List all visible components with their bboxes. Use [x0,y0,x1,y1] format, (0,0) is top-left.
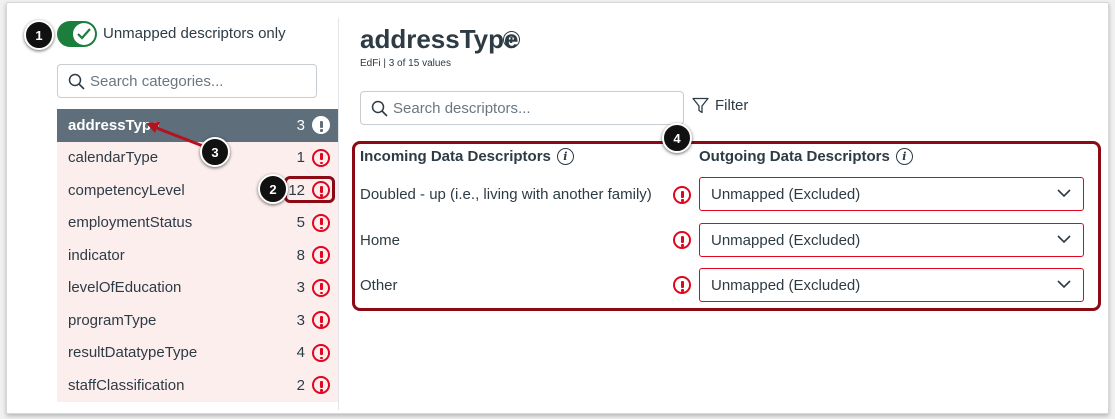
category-count: 3 [296,279,305,297]
page-subtitle: EdFi | 3 of 15 values [360,58,451,69]
warning-icon [312,116,330,134]
category-item[interactable]: resultDatatypeType 4 [57,336,338,369]
warning-icon [312,148,330,167]
filter-icon [692,97,709,114]
category-count: 5 [296,214,305,232]
search-icon [371,100,388,117]
callout-badge: 3 [200,137,230,167]
category-search-box[interactable] [57,64,317,98]
filter-button[interactable]: Filter [692,97,748,114]
category-count: 2 [296,376,305,394]
warning-icon [312,343,330,362]
warning-icon [312,311,330,329]
category-item[interactable]: indicator 8 [57,239,338,272]
category-item[interactable]: levelOfEducation 3 [57,271,338,304]
unmapped-only-toggle[interactable] [57,21,97,47]
search-icon [68,73,85,90]
category-count: 8 [296,246,305,264]
descriptor-table-highlight [352,141,1101,311]
toggle-knob [73,23,95,45]
category-count: 3 [296,116,305,134]
callout-badge: 2 [258,174,288,204]
category-item[interactable]: programType 3 [57,304,338,337]
filter-label: Filter [715,97,749,114]
category-item[interactable]: staffClassification 2 [57,369,338,402]
warning-icon [312,213,330,232]
category-name: employmentStatus [68,214,193,232]
category-name: competencyLevel [68,181,185,199]
callout-badge: 4 [662,123,692,153]
category-item[interactable]: employmentStatus 5 [57,206,338,239]
category-name: programType [68,311,157,329]
category-search-input[interactable] [90,71,310,91]
category-name: staffClassification [68,376,185,394]
toggle-label: Unmapped descriptors only [103,25,286,42]
warning-icon [312,278,330,297]
column-divider [338,18,339,410]
descriptor-search-box[interactable] [360,91,684,125]
category-count: 3 [296,311,305,329]
callout-badge: 1 [24,20,54,50]
info-icon[interactable]: i [503,31,520,48]
descriptor-search-input[interactable] [393,98,673,118]
category-name: indicator [68,246,125,264]
category-name: levelOfEducation [68,279,182,297]
category-count: 4 [296,344,305,362]
check-icon [77,28,91,40]
page-title: addressType [360,24,519,54]
count-highlight [284,176,335,203]
category-name: resultDatatypeType [68,344,198,362]
warning-icon [312,246,330,264]
category-count: 1 [296,149,305,167]
warning-icon [312,376,330,394]
